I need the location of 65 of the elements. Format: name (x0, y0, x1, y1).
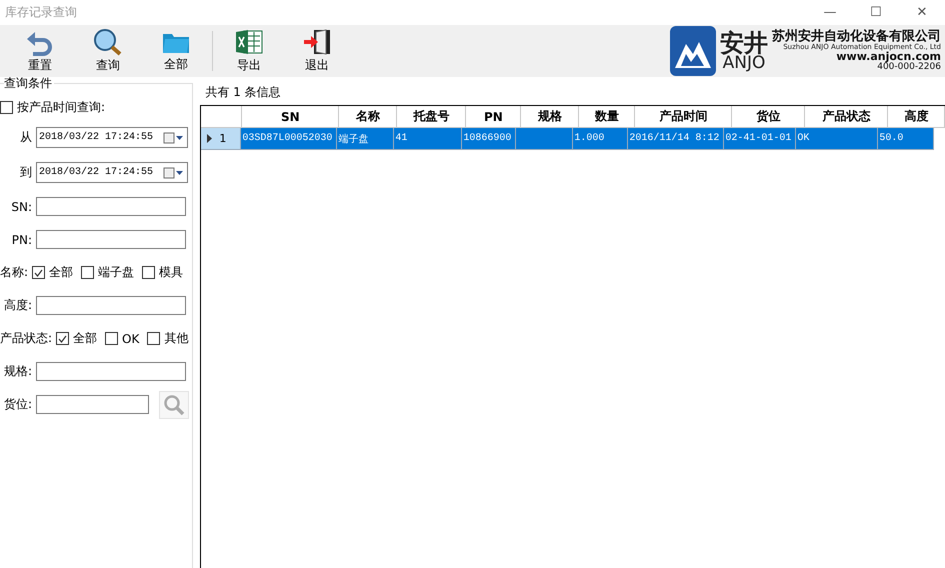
table-cell: 端子盘 (337, 128, 394, 150)
checkbox-label: OK (122, 332, 140, 346)
checkbox-label: 端子盘 (98, 264, 134, 281)
text-field[interactable] (36, 395, 149, 414)
logo-name: ANJO (722, 54, 766, 72)
checkbox[interactable] (81, 266, 94, 279)
calendar-dropdown-icon (163, 132, 185, 144)
checkbox-label: 按产品时间查询: (17, 98, 106, 116)
row-header[interactable]: 1 (201, 128, 242, 150)
table-cell: 10866900 (462, 128, 516, 150)
company-name: 苏州安井自动化设备有限公司 (772, 30, 941, 44)
checkbox[interactable] (105, 332, 118, 345)
table-cell: 03SD87L00052030 (241, 128, 338, 150)
table-cell: 2016/11/14 8:12 (628, 128, 724, 150)
field-label: 高度: (2, 297, 32, 314)
text-field[interactable] (36, 230, 186, 249)
table-cell: 1.000 (573, 128, 628, 150)
toolbar-button[interactable]: 退出 (283, 25, 351, 77)
website: www.anjocn.com (836, 51, 941, 63)
maximize-button[interactable]: ☐ (853, 5, 899, 20)
field-label: 从 (19, 129, 32, 146)
table-cell: OK (796, 128, 878, 150)
field-label: 名称: (0, 264, 28, 281)
current-row-icon (207, 134, 212, 143)
exit-door-icon (302, 28, 332, 56)
field-label: 到 (19, 164, 32, 181)
search-icon (163, 394, 185, 416)
row-number: 1 (219, 132, 226, 145)
toolbar-button[interactable]: 查询 (74, 25, 142, 77)
toolbar-button[interactable]: 导出 (215, 25, 283, 77)
checkbox[interactable] (142, 266, 156, 279)
field-label: SN: (10, 200, 32, 214)
checkbox-label: 全部 (73, 330, 98, 347)
checkbox[interactable] (147, 332, 160, 345)
toolbar-button[interactable]: 全部 (142, 25, 210, 77)
window-title: 库存记录查询 (4, 4, 77, 21)
checkbox[interactable] (56, 332, 70, 345)
calendar-dropdown-icon (163, 166, 185, 178)
checkbox[interactable] (0, 100, 13, 114)
text-field[interactable] (36, 197, 186, 216)
field-label: 货位: (2, 396, 32, 413)
spreadsheet-icon (234, 28, 264, 56)
logo-mark: 安井 (720, 30, 768, 54)
magnifier-icon (92, 28, 124, 56)
close-button[interactable]: ✕ (899, 5, 945, 20)
field-label: PN: (10, 232, 32, 246)
table-cell (516, 128, 574, 150)
text-field[interactable] (36, 362, 186, 381)
table-cell: 50.0 (878, 128, 934, 150)
field-label: 规格: (2, 363, 32, 380)
checkbox-label: 模具 (159, 264, 184, 281)
date-picker[interactable]: 2018/03/22 17:24:55 (36, 162, 188, 183)
checkbox[interactable] (32, 266, 46, 279)
checkbox-label: 全部 (49, 264, 74, 281)
toolbar-button[interactable]: 重置 (6, 25, 74, 77)
record-count: 共有 1 条信息 (204, 84, 282, 99)
group-title: 查询条件 (4, 77, 54, 89)
field-label: 产品状态: (0, 330, 52, 347)
checkbox-label: 其他 (164, 330, 188, 347)
phone-number: 400-000-2206 (877, 62, 941, 72)
table-cell: 02-41-01-01 (724, 128, 796, 150)
text-field[interactable] (36, 296, 186, 315)
minimize-button[interactable]: — (807, 5, 853, 20)
table-cell: 41 (394, 128, 462, 150)
date-picker[interactable]: 2018/03/22 17:24:55 (36, 127, 188, 148)
